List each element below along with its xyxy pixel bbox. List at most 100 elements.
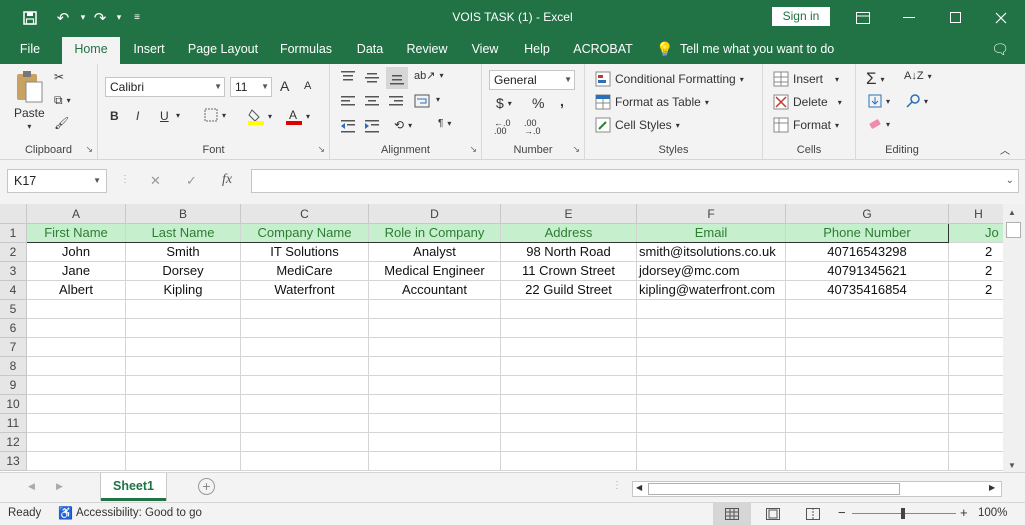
row-header-13[interactable]: 13 <box>0 452 27 471</box>
paste-button[interactable]: Paste ▾ <box>14 70 45 131</box>
scroll-up-icon[interactable]: ▲ <box>1008 208 1016 217</box>
empty-cell[interactable] <box>501 414 637 433</box>
empty-cell[interactable] <box>241 300 369 319</box>
sheet-tab-sheet1[interactable]: Sheet1 <box>101 473 166 501</box>
empty-cell[interactable] <box>786 357 949 376</box>
format-cells-button[interactable]: Format ▾ <box>773 117 839 133</box>
cancel-icon[interactable]: ✕ <box>150 173 161 189</box>
empty-cell[interactable] <box>27 452 126 471</box>
bold-button[interactable]: B <box>110 109 119 123</box>
empty-cell[interactable] <box>949 376 1003 395</box>
wrap-text-icon[interactable] <box>414 94 430 108</box>
increase-indent-icon[interactable] <box>364 119 380 133</box>
alignment-launcher-icon[interactable]: ↘ <box>469 144 477 155</box>
data-cell[interactable]: Jane <box>27 262 126 281</box>
decrease-indent-icon[interactable] <box>340 119 356 133</box>
empty-cell[interactable] <box>786 338 949 357</box>
empty-cell[interactable] <box>369 300 501 319</box>
data-cell[interactable]: 11 Crown Street <box>501 262 637 281</box>
header-cell[interactable]: Phone Number <box>786 224 949 243</box>
copy-icon[interactable]: ⧉ ▾ <box>54 93 71 108</box>
name-box[interactable]: K17 ▼ <box>7 169 107 193</box>
column-header-f[interactable]: F <box>637 204 786 224</box>
empty-cell[interactable] <box>241 395 369 414</box>
maximize-icon[interactable] <box>932 0 978 35</box>
empty-cell[interactable] <box>637 357 786 376</box>
row-header-9[interactable]: 9 <box>0 376 27 395</box>
empty-cell[interactable] <box>637 376 786 395</box>
font-color-icon[interactable]: A ▾ <box>286 107 310 125</box>
tab-view[interactable]: View <box>466 35 504 64</box>
empty-cell[interactable] <box>501 433 637 452</box>
empty-cell[interactable] <box>27 319 126 338</box>
header-cell[interactable]: Email <box>637 224 786 243</box>
empty-cell[interactable] <box>126 376 241 395</box>
empty-cell[interactable] <box>27 414 126 433</box>
empty-cell[interactable] <box>369 376 501 395</box>
row-header-8[interactable]: 8 <box>0 357 27 376</box>
data-cell[interactable]: 2 <box>949 281 1003 300</box>
header-cell[interactable]: Last Name <box>126 224 241 243</box>
header-cell[interactable]: Role in Company <box>369 224 501 243</box>
empty-cell[interactable] <box>241 414 369 433</box>
align-right-icon[interactable] <box>388 95 404 109</box>
number-launcher-icon[interactable]: ↘ <box>572 144 580 155</box>
header-cell[interactable]: Company Name <box>241 224 369 243</box>
prev-sheet-icon[interactable]: ◀ <box>28 481 35 492</box>
empty-cell[interactable] <box>786 319 949 338</box>
empty-cell[interactable] <box>786 414 949 433</box>
header-cell[interactable]: First Name <box>27 224 126 243</box>
empty-cell[interactable] <box>369 452 501 471</box>
borders-icon[interactable]: ▾ <box>204 108 226 122</box>
insert-cells-button[interactable]: Insert ▾ <box>773 71 839 87</box>
scroll-right-icon[interactable]: ▶ <box>989 483 995 492</box>
sort-filter-icon[interactable]: A↓Z ▾ <box>904 70 932 82</box>
data-cell[interactable]: Dorsey <box>126 262 241 281</box>
empty-cell[interactable] <box>501 338 637 357</box>
empty-cell[interactable] <box>27 300 126 319</box>
data-cell[interactable]: 98 North Road <box>501 243 637 262</box>
page-break-view-icon[interactable] <box>806 508 820 523</box>
clear-icon[interactable]: ▾ <box>868 118 890 130</box>
next-sheet-icon[interactable]: ▶ <box>56 481 63 492</box>
align-left-icon[interactable] <box>340 95 356 109</box>
fill-color-icon[interactable]: ▾ <box>248 107 272 125</box>
select-all-corner[interactable] <box>0 204 27 224</box>
data-cell[interactable]: IT Solutions <box>241 243 369 262</box>
empty-cell[interactable] <box>786 395 949 414</box>
tab-formulas[interactable]: Formulas <box>275 35 337 64</box>
empty-cell[interactable] <box>501 395 637 414</box>
data-cell[interactable]: Analyst <box>369 243 501 262</box>
comments-icon[interactable]: 🗨 <box>988 35 1012 64</box>
data-cell[interactable]: 40735416854 <box>786 281 949 300</box>
number-format-combo[interactable]: General ▼ <box>489 70 575 90</box>
tab-home[interactable]: Home <box>62 37 120 64</box>
tab-help[interactable]: Help <box>518 35 556 64</box>
align-top-icon[interactable] <box>340 70 356 84</box>
row-header-5[interactable]: 5 <box>0 300 27 319</box>
zoom-in-icon[interactable]: + <box>960 505 968 520</box>
tell-me-box[interactable]: Tell me what you want to do <box>680 35 840 64</box>
font-launcher-icon[interactable]: ↘ <box>317 144 325 155</box>
ribbon-display-icon[interactable] <box>840 0 886 35</box>
empty-cell[interactable] <box>241 433 369 452</box>
row-header-1[interactable]: 1 <box>0 224 27 243</box>
add-sheet-icon[interactable]: + <box>198 478 215 495</box>
data-cell[interactable]: jdorsey@mc.com <box>637 262 786 281</box>
align-bottom-icon[interactable] <box>386 67 408 89</box>
empty-cell[interactable] <box>637 395 786 414</box>
data-cell[interactable]: Medical Engineer <box>369 262 501 281</box>
data-cell[interactable]: Smith <box>126 243 241 262</box>
percent-button[interactable]: % <box>532 95 544 111</box>
empty-cell[interactable] <box>949 433 1003 452</box>
empty-cell[interactable] <box>501 357 637 376</box>
zoom-out-icon[interactable]: − <box>838 505 846 520</box>
empty-cell[interactable] <box>126 414 241 433</box>
empty-cell[interactable] <box>949 357 1003 376</box>
vertical-scroll-thumb[interactable] <box>1006 222 1021 238</box>
empty-cell[interactable] <box>949 414 1003 433</box>
empty-cell[interactable] <box>949 300 1003 319</box>
data-cell[interactable]: 2 <box>949 243 1003 262</box>
enter-icon[interactable]: ✓ <box>186 173 197 189</box>
format-painter-icon[interactable]: 🖌 <box>54 116 69 130</box>
